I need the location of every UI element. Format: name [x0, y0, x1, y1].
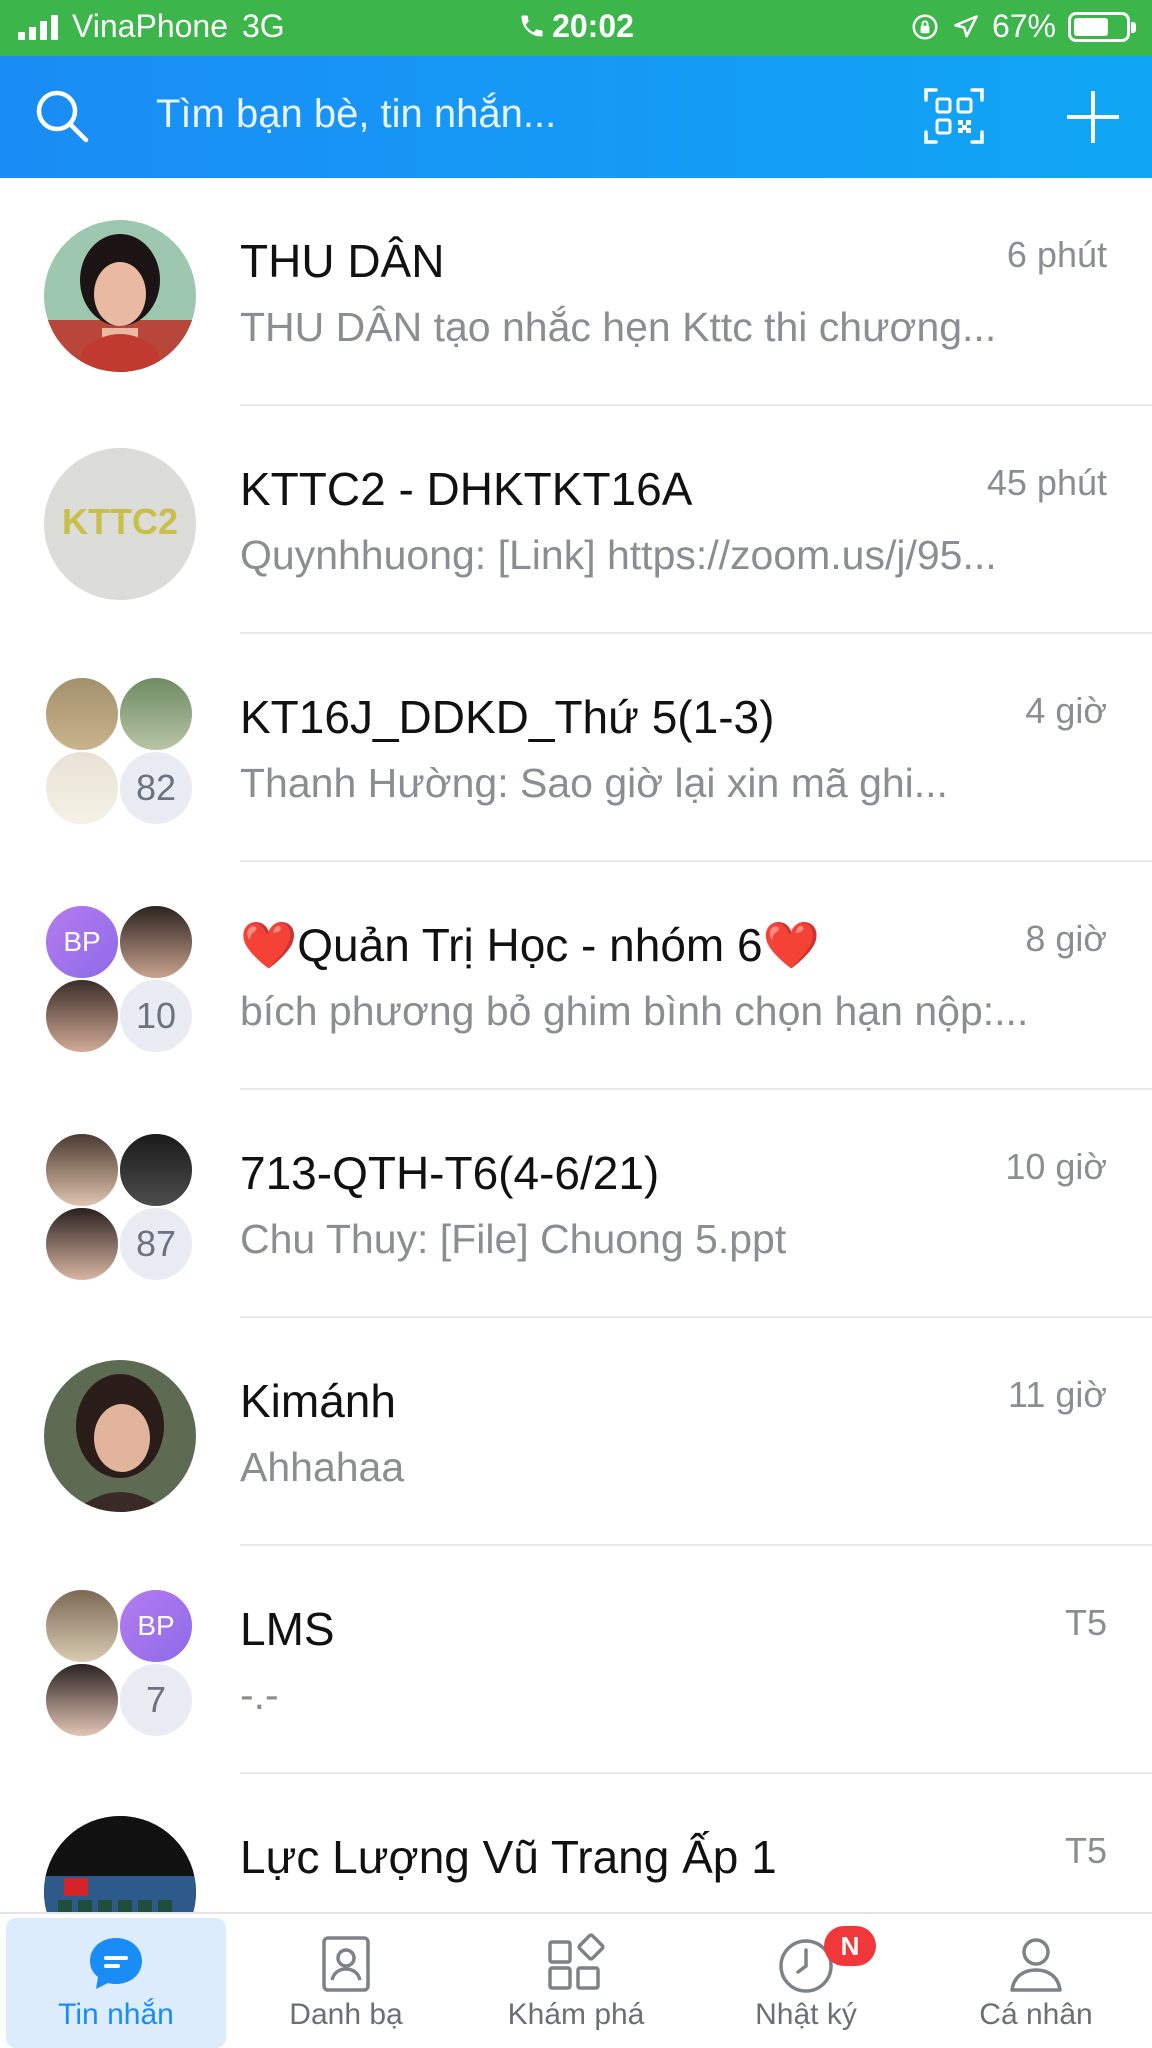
member-avatar: [44, 676, 120, 752]
zalo-messages-screen: VinaPhone 3G 20:02 67% Tìm bạn bè, tin n…: [0, 0, 1152, 2048]
chat-preview: Quynhhuong: [Link] https://zoom.us/j/95.…: [240, 532, 997, 578]
member-avatar: [44, 1132, 120, 1208]
discover-grid-icon: [548, 1933, 605, 1990]
chat-preview: Thanh Hường: Sao giờ lại xin mã ghi...: [240, 760, 948, 806]
member-avatar: [44, 1662, 120, 1738]
qr-code-icon[interactable]: [922, 84, 986, 148]
chat-name: LMS: [240, 1603, 335, 1655]
group-avatar: BP 10: [44, 904, 196, 1056]
rotation-lock-icon: [912, 14, 938, 39]
tab-timeline[interactable]: N Nhật ký: [696, 1918, 916, 2048]
member-avatar: [44, 1588, 120, 1664]
chat-row[interactable]: BP 7 LMS T5 -.-: [0, 1546, 1152, 1774]
tab-profile[interactable]: Cá nhân: [926, 1918, 1146, 2048]
profile-icon: [1010, 1938, 1062, 1992]
chat-name: Kimánh: [240, 1375, 396, 1427]
member-avatar: [118, 676, 194, 752]
plus-icon[interactable]: [1062, 86, 1124, 148]
chat-name: 713-QTH-T6(4-6/21): [240, 1147, 660, 1199]
chat-preview: -.-: [240, 1672, 279, 1718]
tab-label: Cá nhân: [979, 1998, 1093, 2031]
group-avatar: 82: [44, 676, 196, 828]
chat-row[interactable]: BP 10 ❤️Quản Trị Học - nhóm 6❤️ 8 giờ bí…: [0, 862, 1152, 1090]
avatar: KTTC2: [44, 448, 196, 600]
battery-percent: 67%: [991, 8, 1056, 44]
search-input[interactable]: Tìm bạn bè, tin nhắn...: [156, 92, 556, 137]
member-avatar: [44, 750, 120, 826]
chat-time: 6 phút: [1006, 234, 1107, 275]
chat-name: THU DÂN: [240, 235, 445, 287]
search-icon[interactable]: [30, 84, 94, 148]
chat-bubble-icon: [90, 1938, 142, 1989]
contacts-icon: [322, 1936, 370, 1992]
avatar-text: KTTC2: [62, 501, 178, 542]
chat-time: 11 giờ: [1008, 1374, 1107, 1415]
chat-time: 10 giờ: [1005, 1146, 1107, 1187]
new-badge: N: [824, 1926, 876, 1966]
battery-fill: [1074, 17, 1108, 36]
member-count-badge: 10: [118, 978, 194, 1054]
group-avatar: 87: [44, 1132, 196, 1284]
tab-discover[interactable]: Khám phá: [466, 1918, 686, 2048]
tab-label: Nhật ký: [755, 1998, 857, 2031]
member-avatar: [118, 1132, 194, 1208]
heart-icon: ❤️: [240, 919, 298, 971]
chat-name: Lực Lượng Vũ Trang Ấp 1: [240, 1831, 777, 1883]
member-avatar: [118, 904, 194, 980]
chat-preview: bích phương bỏ ghim bình chọn hạn nộp:..…: [240, 988, 1029, 1034]
status-right: 67%: [910, 8, 1136, 45]
chat-row[interactable]: 87 713-QTH-T6(4-6/21) 10 giờ Chu Thuy: […: [0, 1090, 1152, 1318]
chat-name-text: Quản Trị Học - nhóm 6: [297, 919, 763, 971]
chat-time: T5: [1064, 1602, 1107, 1643]
chat-row[interactable]: 82 KT16J_DDKD_Thứ 5(1-3) 4 giờ Thanh Hườ…: [0, 634, 1152, 862]
chat-name: KTTC2 - DHKTKT16A: [240, 463, 693, 515]
member-avatar: [44, 1206, 120, 1282]
chat-name: ❤️Quản Trị Học - nhóm 6❤️: [240, 918, 820, 973]
chat-preview: Chu Thuy: [File] Chuong 5.ppt: [240, 1216, 787, 1262]
member-initials: BP: [118, 1588, 194, 1664]
group-avatar: BP 7: [44, 1588, 196, 1740]
chat-row[interactable]: Kimánh 11 giờ Ahhahaa: [0, 1318, 1152, 1546]
tab-label: Danh bạ: [289, 1998, 403, 2031]
tab-contacts[interactable]: Danh bạ: [236, 1918, 456, 2048]
chat-time: 45 phút: [986, 462, 1107, 503]
clock-time: 20:02: [552, 8, 634, 44]
member-initials: BP: [44, 904, 120, 980]
top-search-bar: Tìm bạn bè, tin nhắn...: [0, 56, 1152, 178]
chat-row[interactable]: KTTC2 KTTC2 - DHKTKT16A 45 phút Quynhhuo…: [0, 406, 1152, 634]
chat-preview: THU DÂN tạo nhắc hẹn Kttc thi chương...: [240, 304, 997, 350]
status-bar: VinaPhone 3G 20:02 67%: [0, 0, 1152, 56]
tab-label: Tin nhắn: [58, 1998, 174, 2031]
location-arrow-icon: [954, 14, 978, 38]
avatar: [44, 220, 196, 372]
member-count-badge: 87: [118, 1206, 194, 1282]
member-count-badge: 82: [118, 750, 194, 826]
chat-time: T5: [1064, 1830, 1107, 1871]
bottom-tab-bar: Tin nhắn Danh bạ Khám phá N Nhật ký Cá n…: [0, 1912, 1152, 2048]
member-count-badge: 7: [118, 1662, 194, 1738]
tab-label: Khám phá: [507, 1998, 645, 2031]
tab-messages[interactable]: Tin nhắn: [6, 1918, 226, 2048]
battery-icon: [1068, 11, 1136, 42]
chat-name: KT16J_DDKD_Thứ 5(1-3): [240, 691, 775, 743]
chat-row[interactable]: THU DÂN 6 phút THU DÂN tạo nhắc hẹn Kttc…: [0, 178, 1152, 406]
heart-icon: ❤️: [762, 919, 820, 971]
phone-icon: [521, 15, 543, 37]
avatar: [44, 1360, 196, 1512]
member-avatar: [44, 978, 120, 1054]
chat-preview: Ahhahaa: [240, 1444, 405, 1490]
chat-list: THU DÂN 6 phút THU DÂN tạo nhắc hẹn Kttc…: [0, 178, 1152, 2002]
chat-time: 4 giờ: [1025, 690, 1107, 731]
chat-time: 8 giờ: [1025, 918, 1107, 959]
